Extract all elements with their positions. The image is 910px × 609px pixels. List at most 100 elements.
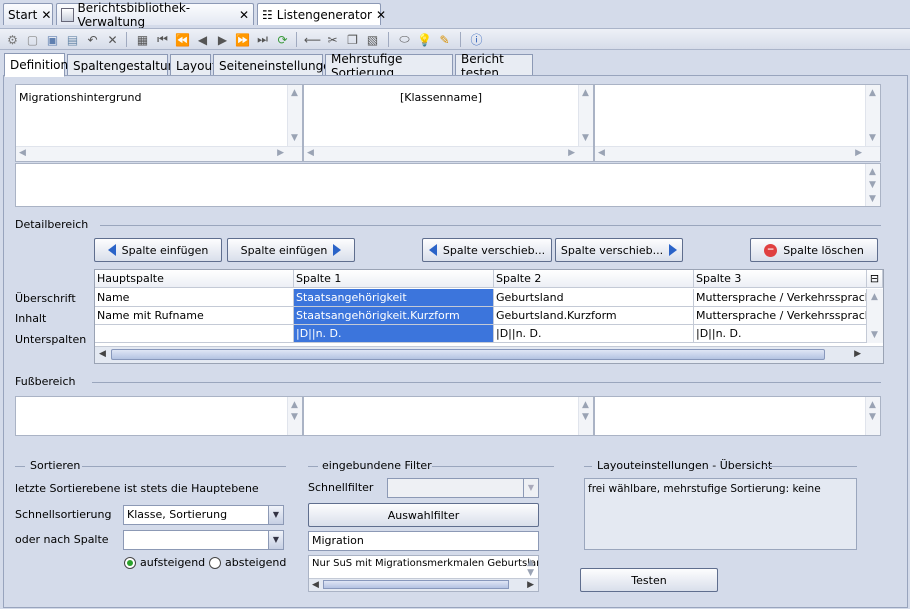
next-record-icon[interactable]: ▶ <box>214 31 231 48</box>
tab-layout[interactable]: Layout <box>170 54 217 76</box>
scrollbar-thumb[interactable] <box>323 580 509 589</box>
chevron-down-icon[interactable]: ▼ <box>523 479 538 497</box>
scroll-left-icon[interactable]: ◀ <box>312 580 319 590</box>
next-page-icon[interactable]: ⏩ <box>234 31 251 48</box>
horizontal-scrollbar[interactable]: ◀ ▶ <box>304 146 593 161</box>
test-button[interactable]: Testen <box>580 568 718 592</box>
settings-icon[interactable]: ⚙ <box>4 31 21 48</box>
lightbulb-icon[interactable]: 💡 <box>416 31 433 48</box>
first-record-icon[interactable]: ⏮ <box>154 31 171 48</box>
ellipse-icon[interactable]: ⬭ <box>396 31 413 48</box>
column-chooser-icon[interactable]: ⊟ <box>867 270 883 288</box>
save-icon[interactable]: ▣ <box>44 31 61 48</box>
table-cell[interactable]: Geburtsland <box>494 289 694 307</box>
last-record-icon[interactable]: ⏭ <box>254 31 271 48</box>
radio-unselected-icon[interactable] <box>209 556 221 569</box>
previous-page-icon[interactable]: ⏪ <box>174 31 191 48</box>
header-cell-left[interactable]: Migrationshintergrund ▲ ▼ ◀ ▶ <box>15 84 303 162</box>
new-document-icon[interactable]: ▢ <box>24 31 41 48</box>
sort-column-select[interactable]: ▼ <box>123 530 284 550</box>
close-icon[interactable]: ✕ <box>239 9 249 21</box>
vertical-scrollbar[interactable]: ▲ ▼ <box>287 397 302 435</box>
horizontal-scrollbar[interactable]: ◀ ▶ <box>595 146 880 161</box>
scroll-down-icon[interactable]: ▼ <box>527 568 534 578</box>
table-cell[interactable]: Muttersprache / Verkehrssprache. <box>694 307 867 325</box>
tab-column-design[interactable]: Spaltengestaltung <box>67 54 183 76</box>
tab-definition[interactable]: Definition <box>4 53 68 77</box>
scroll-up-icon[interactable]: ▲ <box>869 400 876 410</box>
chevron-down-icon[interactable]: ▼ <box>268 531 283 549</box>
footer-cell-right[interactable]: ▲ ▼ <box>594 396 881 436</box>
radio-selected-icon[interactable] <box>124 556 136 569</box>
scroll-left-icon[interactable]: ◀ <box>19 148 26 158</box>
tab-test-report[interactable]: Bericht testen <box>455 52 533 80</box>
chevron-down-icon[interactable]: ▼ <box>268 506 283 524</box>
insert-column-left-button[interactable]: Spalte einfügen <box>94 238 222 262</box>
scroll-right-icon[interactable]: ▶ <box>277 148 284 158</box>
copy-icon[interactable]: ❐ <box>344 31 361 48</box>
table-cell[interactable]: Name mit Rufname <box>95 307 294 325</box>
ascending-radio[interactable]: aufsteigend <box>124 556 205 569</box>
table-cell[interactable]: Name <box>95 289 294 307</box>
vertical-scrollbar[interactable]: ▲ ▼ ▼ <box>865 164 880 206</box>
vertical-scrollbar[interactable]: ▲ ▼ <box>287 85 302 146</box>
column-header[interactable]: Spalte 1 <box>294 270 494 288</box>
move-column-right-button[interactable]: Spalte verschieb... <box>555 238 683 262</box>
scroll-left-icon[interactable]: ◀ <box>99 349 106 359</box>
scroll-down-icon[interactable]: ▼ <box>869 180 876 190</box>
scroll-down-icon[interactable]: ▼ <box>869 412 876 422</box>
scroll-down-icon[interactable]: ▼ <box>871 330 878 340</box>
scroll-up-icon[interactable]: ▲ <box>869 88 876 98</box>
close-icon[interactable]: ✕ <box>41 9 51 21</box>
horizontal-scrollbar[interactable]: ◀ ▶ <box>16 146 302 161</box>
scroll-up-icon[interactable]: ▲ <box>582 88 589 98</box>
scroll-up-icon[interactable]: ▲ <box>291 400 298 410</box>
column-header[interactable]: Hauptspalte <box>95 270 294 288</box>
back-arrow-icon[interactable]: ⟵ <box>304 31 321 48</box>
table-cell[interactable]: |D||n. D. <box>494 325 694 343</box>
save-as-icon[interactable]: ▤ <box>64 31 81 48</box>
table-cell[interactable]: Muttersprache / Verkehrssprache <box>694 289 867 307</box>
table-cell-selected[interactable]: |D||n. D. <box>294 325 494 343</box>
tab-page-settings[interactable]: Seiteneinstellungen <box>213 54 338 76</box>
delete-column-button[interactable]: − Spalte löschen <box>750 238 878 262</box>
vertical-scrollbar[interactable]: ▲ ▼ <box>865 397 880 435</box>
scrollbar-thumb[interactable] <box>111 349 825 360</box>
header-cell-right[interactable]: ▲ ▼ ◀ ▶ <box>594 84 881 162</box>
column-header[interactable]: Spalte 3 <box>694 270 867 288</box>
help-icon[interactable]: ⓘ <box>468 31 485 48</box>
undo-icon[interactable]: ↶ <box>84 31 101 48</box>
table-cell[interactable]: |D||n. D. <box>694 325 867 343</box>
move-column-left-button[interactable]: Spalte verschieb... <box>422 238 552 262</box>
footer-cell-center[interactable]: ▲ ▼ <box>303 396 594 436</box>
scroll-up-icon[interactable]: ▲ <box>291 88 298 98</box>
delete-icon[interactable]: ✕ <box>104 31 121 48</box>
filter-description[interactable]: Nur SuS mit Migrationsmerkmalen Geburtsl… <box>308 555 539 592</box>
previous-record-icon[interactable]: ◀ <box>194 31 211 48</box>
scroll-up-icon[interactable]: ▲ <box>869 167 876 177</box>
scroll-up-icon[interactable]: ▲ <box>582 400 589 410</box>
close-icon[interactable]: ✕ <box>376 9 386 21</box>
vertical-scrollbar[interactable]: ▲ ▼ <box>578 397 593 435</box>
scroll-right-icon[interactable]: ▶ <box>855 148 862 158</box>
refresh-icon[interactable]: ⟳ <box>274 31 291 48</box>
scroll-down-icon[interactable]: ▼ <box>869 194 876 204</box>
scroll-down-icon[interactable]: ▼ <box>582 412 589 422</box>
vertical-scrollbar[interactable]: ▲ ▼ <box>865 85 880 146</box>
footer-cell-left[interactable]: ▲ ▼ <box>15 396 303 436</box>
scroll-up-icon[interactable]: ▲ <box>871 292 878 302</box>
table-cell-selected[interactable]: Staatsangehörigkeit.Kurzform <box>294 307 494 325</box>
scroll-right-icon[interactable]: ▶ <box>854 349 861 359</box>
paste-icon[interactable]: ▧ <box>364 31 381 48</box>
grid-icon[interactable]: ▦ <box>134 31 151 48</box>
header-cell-center[interactable]: [Klassenname] ▲ ▼ ◀ ▶ <box>303 84 594 162</box>
horizontal-scrollbar[interactable]: ◀ ▶ <box>309 578 538 591</box>
scroll-down-icon[interactable]: ▼ <box>582 133 589 143</box>
doc-tab-report-library[interactable]: Berichtsbibliothek-Verwaltung ✕ <box>56 1 254 29</box>
scroll-left-icon[interactable]: ◀ <box>598 148 605 158</box>
scroll-down-icon[interactable]: ▼ <box>291 133 298 143</box>
selection-filter-button[interactable]: Auswahlfilter <box>308 503 539 527</box>
scroll-down-icon[interactable]: ▼ <box>869 133 876 143</box>
eraser-icon[interactable]: ✎ <box>436 31 453 48</box>
table-cell[interactable] <box>95 325 294 343</box>
